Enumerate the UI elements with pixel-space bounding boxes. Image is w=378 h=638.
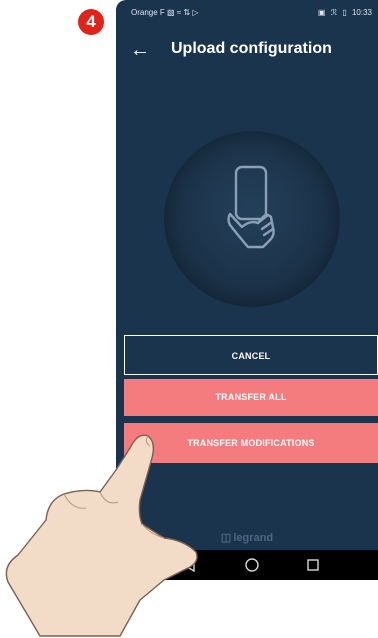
status-right: ▣ ℛ ▯ 10:33 xyxy=(315,0,372,26)
navigation-bar xyxy=(116,550,378,580)
step-number-badge: 4 xyxy=(78,9,104,35)
transfer-all-button[interactable]: TRANSFER ALL xyxy=(124,379,378,416)
bluetooth-icon: ℛ xyxy=(330,8,338,17)
status-left: Orange F ▧ ≈ ⇅ ▷ xyxy=(131,0,199,26)
wifi-icon: ≈ xyxy=(176,8,182,17)
nfc-icon: ▣ xyxy=(317,8,326,17)
status-bar: Orange F ▧ ≈ ⇅ ▷ ▣ ℛ ▯ 10:33 xyxy=(116,0,378,26)
status-time: 10:33 xyxy=(351,8,372,17)
data-icon: ⇅ xyxy=(183,8,191,17)
signal-icon: ▧ xyxy=(167,8,175,17)
phone-screen: Orange F ▧ ≈ ⇅ ▷ ▣ ℛ ▯ 10:33 ← Upload co… xyxy=(116,0,378,580)
carrier-name: Orange F xyxy=(131,8,165,17)
app-header: ← Upload configuration xyxy=(116,34,378,68)
cast-icon: ▷ xyxy=(192,8,199,17)
brand-logo: ◫ legrand xyxy=(116,531,378,544)
recent-square-icon[interactable] xyxy=(306,557,320,573)
legrand-mark-icon: ◫ xyxy=(220,532,232,544)
hand-holding-phone-icon xyxy=(227,165,275,249)
battery-icon: ▯ xyxy=(342,8,347,17)
page-title: Upload configuration xyxy=(171,40,332,57)
arrow-left-icon[interactable]: ← xyxy=(128,38,152,62)
back-triangle-icon[interactable] xyxy=(182,557,196,573)
home-circle-icon[interactable] xyxy=(244,557,260,573)
illustration-circle xyxy=(164,131,340,307)
transfer-modifications-button[interactable]: TRANSFER MODIFICATIONS xyxy=(124,423,378,463)
cancel-button[interactable]: CANCEL xyxy=(124,335,378,375)
brand-name: legrand xyxy=(233,532,274,544)
